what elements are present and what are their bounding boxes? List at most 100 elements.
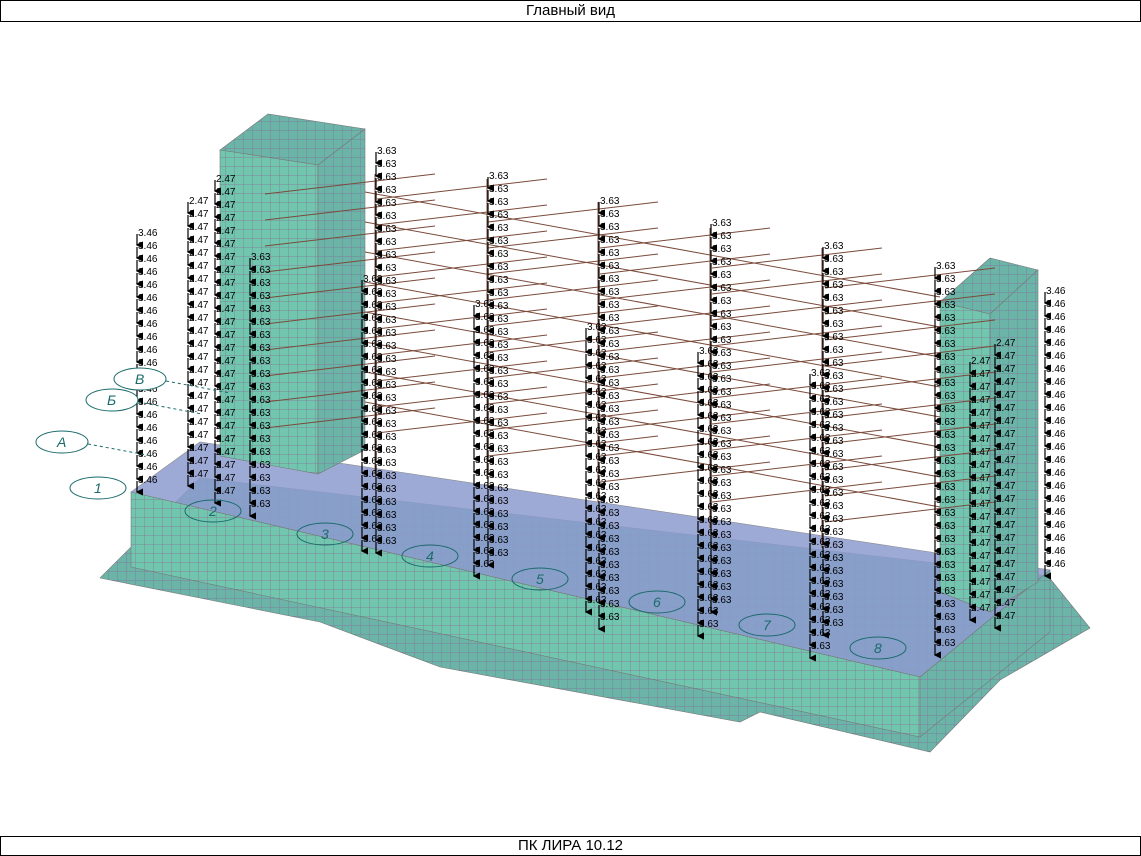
- load-value: 3.63: [712, 335, 732, 346]
- load-value: 3.63: [811, 576, 831, 587]
- load-value: 3.63: [712, 270, 732, 281]
- axis-number-label: 3: [321, 526, 329, 542]
- load-value: 3.63: [600, 287, 620, 298]
- load-value: 3.63: [363, 469, 383, 480]
- load-value: 3.63: [475, 299, 495, 310]
- load-value: 2.47: [216, 408, 236, 419]
- axis-number-label: 6: [653, 594, 661, 610]
- load-value: 3.63: [712, 257, 732, 268]
- load-value: 2.47: [189, 313, 209, 324]
- load-value: 3.63: [936, 547, 956, 558]
- load-value: 3.46: [1046, 351, 1066, 362]
- load-value: 2.47: [189, 378, 209, 389]
- load-value: 2.47: [971, 577, 991, 588]
- load-value: 2.47: [971, 434, 991, 445]
- load-value: 2.47: [996, 403, 1016, 414]
- beam-line: [487, 227, 659, 249]
- axis-letter-label: В: [135, 371, 144, 387]
- load-value: 3.63: [475, 312, 495, 323]
- load-value: 3.46: [138, 345, 158, 356]
- load-value: 3.63: [489, 275, 509, 286]
- load-value: 3.63: [811, 589, 831, 600]
- model-3d-view[interactable]: 3.63 3.63 3.63 3.63 3.63 3.63 3.63 3.63 3.63 3.63…: [0, 22, 1141, 834]
- load-value: 3.63: [475, 507, 495, 518]
- load-value: 3.63: [489, 236, 509, 247]
- load-value: 3.63: [936, 586, 956, 597]
- load-value: 3.63: [587, 478, 607, 489]
- load-value: 3.63: [936, 352, 956, 363]
- load-value: 2.47: [216, 473, 236, 484]
- load-value: 3.63: [475, 481, 495, 492]
- load-value: 3.63: [699, 567, 719, 578]
- load-value: 3.63: [811, 446, 831, 457]
- load-value: 3.63: [824, 280, 844, 291]
- load-value: 2.47: [996, 611, 1016, 622]
- load-value: 3.63: [699, 372, 719, 383]
- load-value: 3.63: [587, 465, 607, 476]
- load-value: 2.47: [971, 603, 991, 614]
- load-value: 3.63: [363, 430, 383, 441]
- load-value: 3.63: [251, 278, 271, 289]
- load-value: 2.47: [216, 252, 236, 263]
- load-value: 2.47: [216, 265, 236, 276]
- load-value: 3.46: [138, 462, 158, 473]
- load-value: 2.47: [216, 356, 236, 367]
- load-value: 3.46: [138, 228, 158, 239]
- load-value: 3.63: [251, 343, 271, 354]
- load-value: 2.47: [996, 442, 1016, 453]
- load-value: 3.63: [712, 296, 732, 307]
- load-value: 3.63: [363, 352, 383, 363]
- load-value: 2.47: [996, 520, 1016, 531]
- load-value: 2.47: [996, 572, 1016, 583]
- load-value: 3.63: [251, 486, 271, 497]
- load-value: 2.47: [216, 174, 236, 185]
- load-value: 3.63: [251, 395, 271, 406]
- load-value: 3.63: [936, 274, 956, 285]
- load-value: 2.47: [189, 235, 209, 246]
- load-value: 3.63: [587, 543, 607, 554]
- load-value: 3.63: [475, 533, 495, 544]
- load-value: 3.63: [363, 339, 383, 350]
- load-value: 3.63: [587, 517, 607, 528]
- load-value: 3.63: [936, 443, 956, 454]
- load-value: 3.63: [475, 403, 495, 414]
- load-value: 3.63: [363, 365, 383, 376]
- load-value: 2.47: [189, 261, 209, 272]
- load-value: 3.63: [251, 265, 271, 276]
- load-value: 2.47: [189, 326, 209, 337]
- load-value: 2.47: [971, 382, 991, 393]
- load-value: 3.63: [251, 408, 271, 419]
- load-value: 2.47: [216, 343, 236, 354]
- load-value: 2.47: [971, 551, 991, 562]
- load-value: 3.63: [489, 262, 509, 273]
- load-value: 3.46: [138, 254, 158, 265]
- load-value: 3.63: [936, 456, 956, 467]
- longitudinal-beam: [364, 191, 941, 298]
- load-value: 3.63: [824, 293, 844, 304]
- beam-line: [487, 331, 659, 353]
- load-value: 3.63: [251, 421, 271, 432]
- load-value: 3.63: [712, 309, 732, 320]
- load-value: 3.63: [811, 368, 831, 379]
- status-text: ПК ЛИРА 10.12: [517, 837, 624, 854]
- load-value: 3.63: [251, 304, 271, 315]
- load-value: 3.46: [138, 423, 158, 434]
- load-value: 3.63: [489, 171, 509, 182]
- load-value: 3.63: [587, 504, 607, 515]
- load-value: 3.46: [138, 449, 158, 460]
- load-value: 3.63: [699, 515, 719, 526]
- load-value: 3.63: [600, 300, 620, 311]
- load-value: 3.63: [600, 222, 620, 233]
- load-value: 2.47: [189, 209, 209, 220]
- load-value: 3.63: [377, 146, 397, 157]
- load-value: 3.63: [936, 417, 956, 428]
- load-value: 3.63: [699, 346, 719, 357]
- load-value: 2.47: [189, 274, 209, 285]
- load-value: 3.63: [363, 456, 383, 467]
- load-value: 2.47: [189, 339, 209, 350]
- load-value: 3.46: [138, 306, 158, 317]
- load-value: 3.63: [600, 196, 620, 207]
- load-value: 3.63: [363, 274, 383, 285]
- load-value: 3.46: [138, 241, 158, 252]
- load-value: 3.63: [363, 300, 383, 311]
